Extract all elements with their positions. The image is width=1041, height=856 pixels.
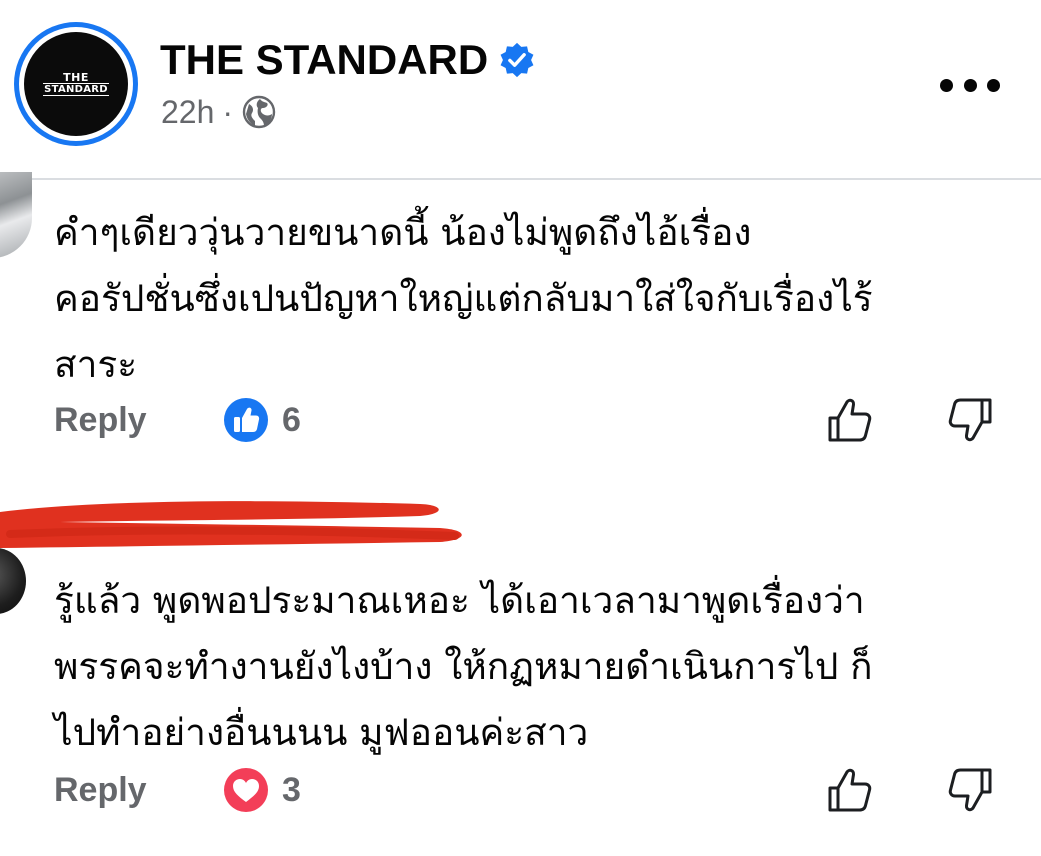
reaction-count[interactable]: 6	[282, 400, 301, 440]
thumbs-down-icon[interactable]	[946, 396, 994, 444]
comment-actions: Reply 3	[54, 766, 1014, 816]
love-reaction-icon[interactable]	[222, 766, 270, 814]
thumbs-up-icon[interactable]	[826, 766, 874, 814]
redacted-name	[0, 501, 462, 548]
like-reaction-icon[interactable]	[222, 396, 270, 444]
page-logo: THE STANDARD	[24, 32, 128, 136]
commenter-avatar[interactable]	[0, 172, 32, 258]
commenter-avatar[interactable]	[0, 548, 26, 614]
post-time[interactable]: 22h	[161, 92, 214, 132]
verified-badge-icon	[500, 42, 534, 78]
page-name-row: THE STANDARD	[160, 36, 536, 84]
comment-text: รู้แล้ว พูดพอประมาณเหอะ ได้เอาเวลามาพูดเ…	[54, 579, 873, 754]
more-icon[interactable]	[940, 70, 1000, 100]
reaction-count[interactable]: 3	[282, 770, 301, 810]
comment-text: คำๆเดียววุ่นวายขนาดนี้ น้องไม่พูดถึงไอ้เ…	[54, 211, 873, 386]
reply-button[interactable]: Reply	[54, 770, 147, 810]
comment-actions: Reply 6	[54, 396, 1014, 446]
more-dot	[940, 78, 953, 92]
page-avatar[interactable]: THE STANDARD	[14, 22, 138, 146]
globe-icon	[242, 95, 276, 129]
post-meta: 22h ·	[161, 92, 277, 132]
thumbs-down-icon[interactable]	[946, 766, 994, 814]
more-dot	[987, 78, 1000, 92]
thumbs-up-icon[interactable]	[826, 396, 874, 444]
meta-separator: ·	[222, 94, 234, 130]
page-name[interactable]: THE STANDARD	[160, 36, 488, 84]
avatar-border: THE STANDARD	[19, 27, 133, 141]
reply-button[interactable]: Reply	[54, 400, 147, 440]
logo-text-bottom: STANDARD	[43, 83, 109, 96]
post-header: THE STANDARD THE STANDARD 22h ·	[0, 0, 1041, 178]
more-dot	[963, 78, 977, 92]
header-divider	[0, 178, 1041, 180]
logo-text-top: THE	[63, 71, 89, 84]
